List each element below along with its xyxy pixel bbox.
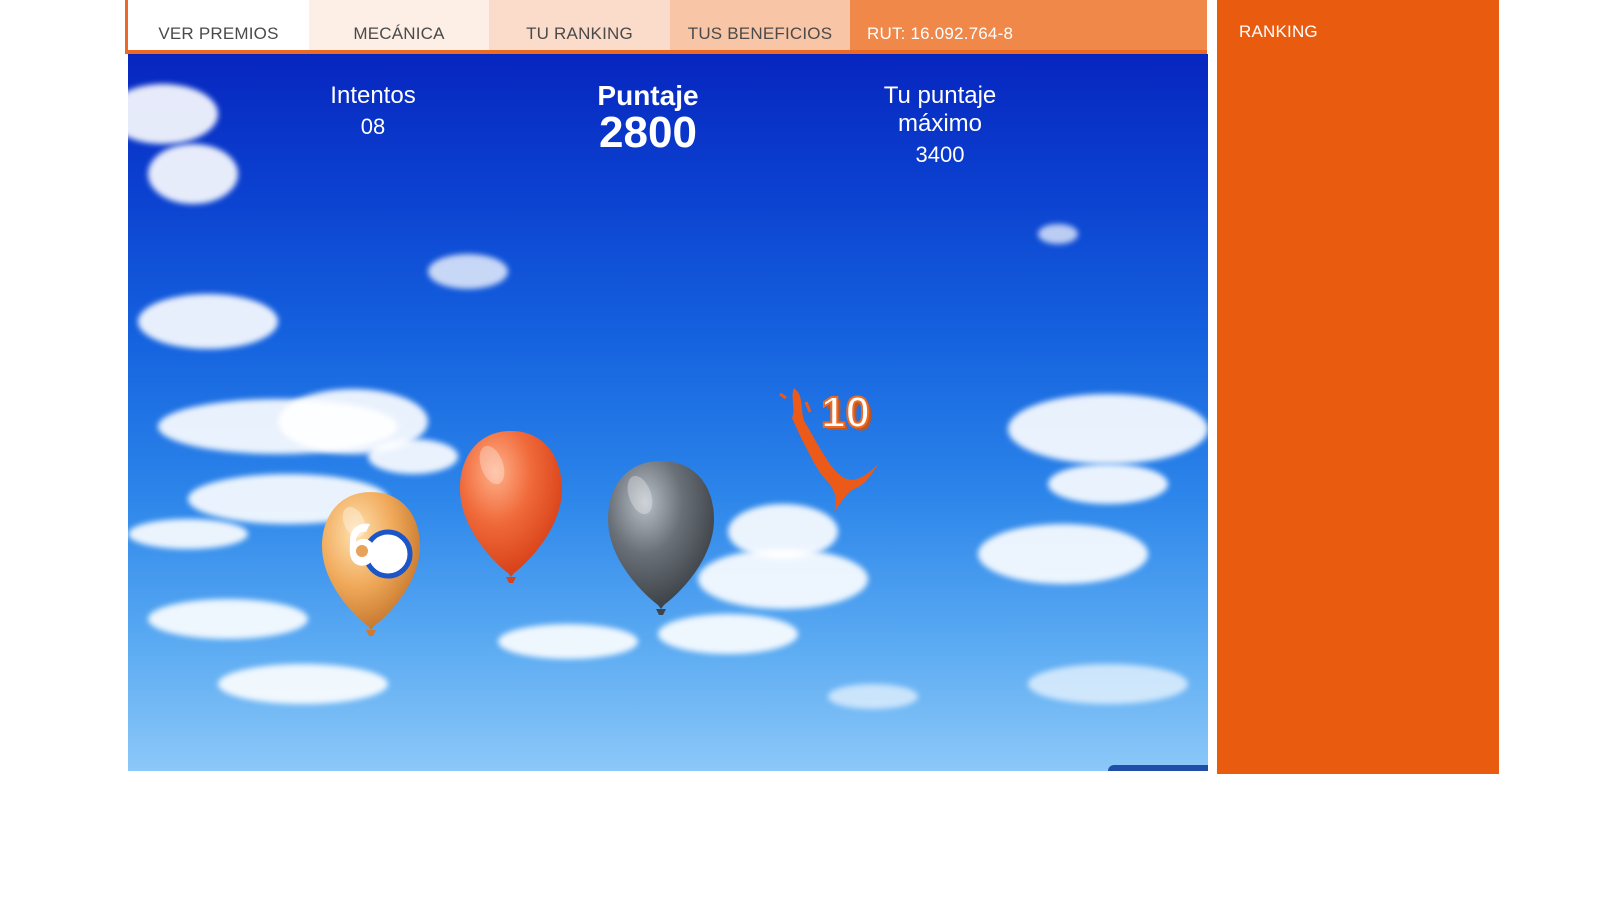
ranking-title: RANKING: [1239, 22, 1318, 41]
horizon-hill: [1108, 765, 1208, 771]
game-area[interactable]: Intentos 08 Puntaje 2800 Tu puntaje máxi…: [128, 54, 1208, 771]
top-nav-tabs: VER PREMIOS MECÁNICA TU RANKING TUS BENE…: [125, 0, 1207, 54]
ranking-sidebar: RANKING: [1217, 0, 1499, 774]
score-counter: Puntaje 2800: [588, 80, 708, 156]
attempts-value: 08: [360, 114, 386, 139]
max-score-label: Tu puntaje máximo: [883, 82, 997, 137]
balloon-gold-60[interactable]: 60: [316, 488, 426, 638]
points-popup: 10: [820, 387, 871, 438]
tab-mecanica[interactable]: MECÁNICA: [309, 0, 489, 50]
balloon-orange[interactable]: [456, 429, 566, 584]
attempts-counter: Intentos 08: [313, 82, 433, 140]
max-score-counter: Tu puntaje máximo 3400: [840, 82, 1040, 168]
max-score-value: 3400: [915, 142, 965, 167]
tab-tus-beneficios[interactable]: TUS BENEFICIOS: [670, 0, 850, 50]
tab-tu-ranking[interactable]: TU RANKING: [489, 0, 670, 50]
popped-balloon-points: 10: [776, 384, 896, 524]
tab-ver-premios[interactable]: VER PREMIOS: [128, 0, 309, 50]
balloon-gray[interactable]: [604, 459, 718, 617]
score-value: 2800: [599, 108, 697, 157]
user-rut-label: RUT: 16.092.764-8: [867, 24, 1014, 43]
attempts-label: Intentos: [330, 82, 416, 109]
